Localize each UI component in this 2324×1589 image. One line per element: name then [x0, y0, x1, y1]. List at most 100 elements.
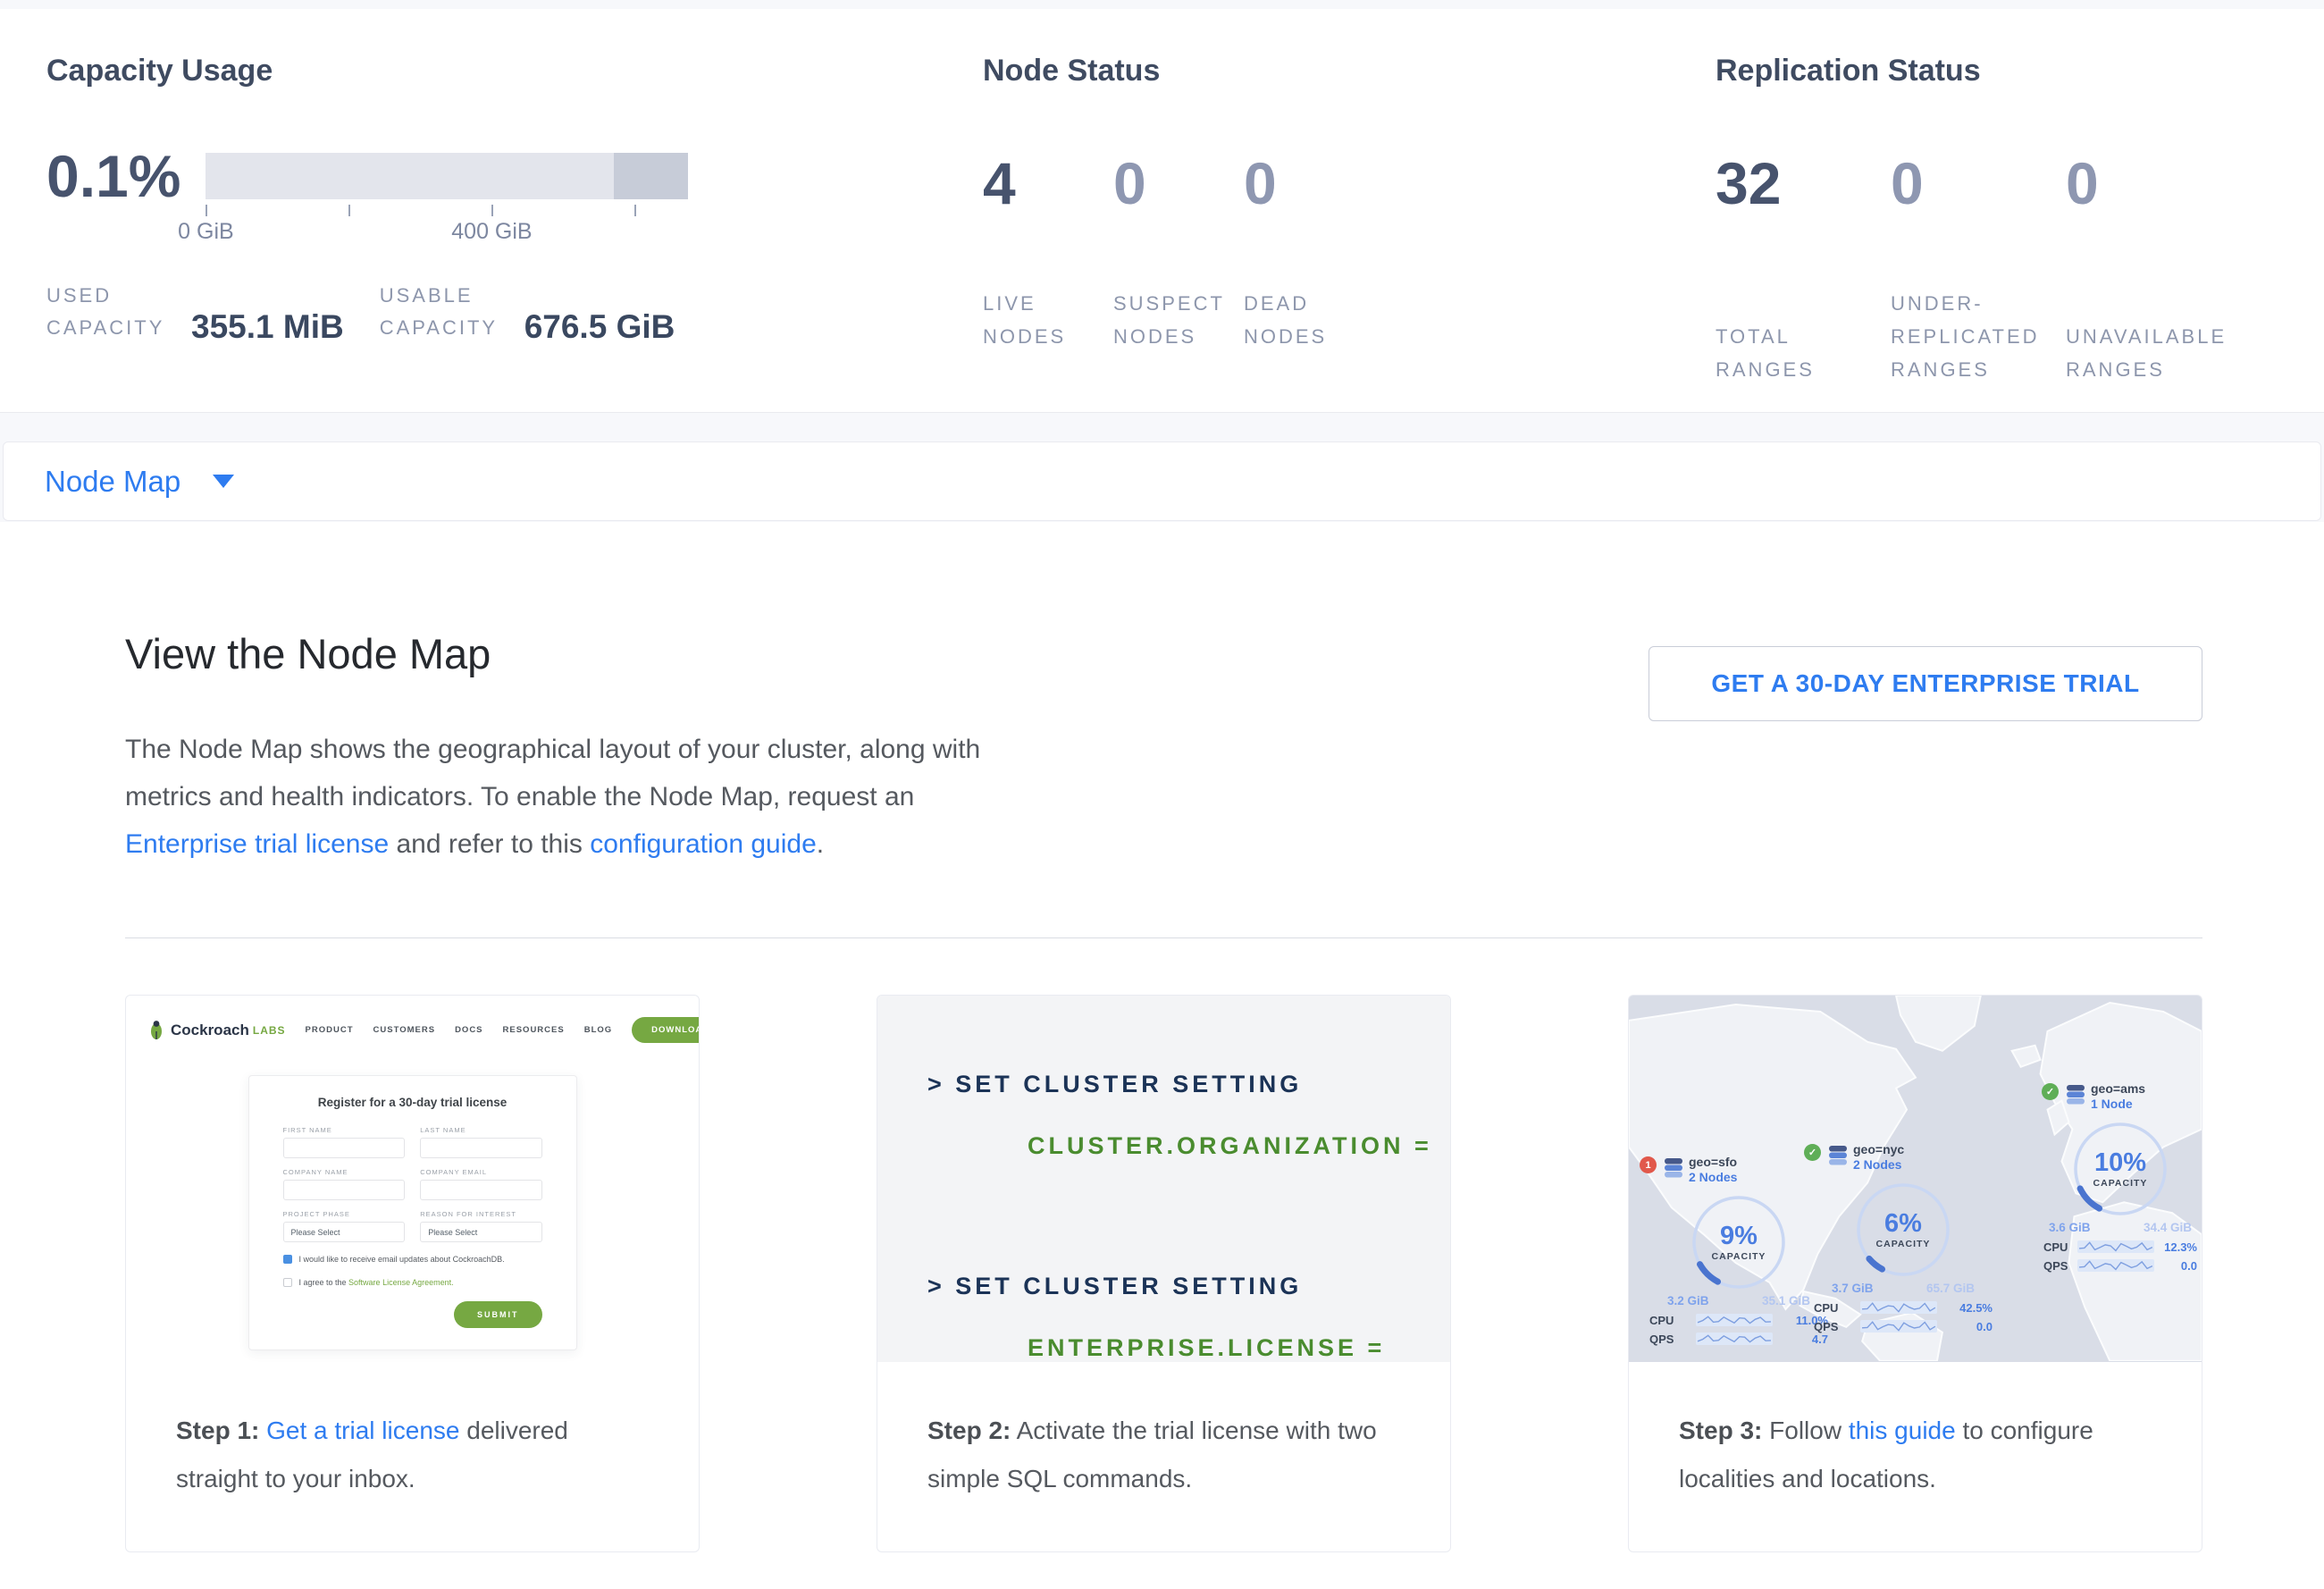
node-status-section: Node Status 400 LIVE NODESSUSPECT NODESD…: [983, 9, 1716, 412]
mini-nav-item: DOCS: [455, 1025, 482, 1035]
axis-tick: [491, 205, 493, 216]
axis-tick-label: 400 GiB: [451, 219, 532, 245]
text-link[interactable]: Enterprise trial license: [125, 829, 389, 859]
sql-command: > SET CLUSTER SETTINGCLUSTER.ORGANIZATIO…: [927, 1071, 1450, 1160]
mini-logo-text: Cockroach: [171, 1022, 249, 1039]
mini-checkbox-license-label: I agree to the Software License Agreemen…: [299, 1277, 454, 1289]
mini-nav-item: CUSTOMERS: [373, 1025, 436, 1035]
step-2-caption: Step 2: Activate the trial license with …: [877, 1362, 1450, 1503]
axis-tick: [206, 205, 207, 216]
mini-nav-item: RESOURCES: [503, 1025, 565, 1035]
capacity-gauge: 6%CAPACITY: [1851, 1178, 1955, 1282]
text-link[interactable]: this guide: [1849, 1417, 1956, 1444]
node-map-content: View the Node Map The Node Map shows the…: [0, 522, 2324, 1589]
page-title: View the Node Map: [125, 629, 491, 678]
mini-field-label: REASON FOR INTEREST: [420, 1210, 541, 1218]
mini-field-input: Please Select: [420, 1222, 541, 1242]
map-location-name: geo=sfo: [1689, 1155, 1737, 1170]
status-label: UNAVAILABLE RANGES: [2066, 320, 2241, 386]
cpu-metric-row: CPU11.0%: [1649, 1313, 1828, 1327]
total-capacity-value: 65.7 GiB: [1926, 1282, 1975, 1295]
capacity-stat-value: 676.5 GiB: [524, 310, 675, 344]
mini-submit-button: SUBMIT: [454, 1301, 542, 1328]
replication-status-labels: TOTAL RANGESUNDER-​REPLICATED RANGESUNAV…: [1716, 287, 2305, 386]
status-label: TOTAL RANGES: [1716, 320, 1891, 386]
sparkline-chart: [1848, 1319, 1950, 1333]
capacity-stat-label: USED CAPACITY: [46, 280, 191, 344]
mini-site-nav: Cockroach LABS PRODUCTCUSTOMERSDOCSRESOU…: [126, 996, 699, 1043]
checkbox-unchecked-icon: [283, 1278, 292, 1287]
total-capacity-value: 34.4 GiB: [2144, 1221, 2192, 1234]
mini-form-field: FIRST NAME: [283, 1116, 405, 1158]
sparkline-chart: [1683, 1332, 1785, 1346]
replication-status-section: Replication Status 3200 TOTAL RANGESUNDE…: [1716, 9, 2305, 412]
node-status-title: Node Status: [983, 54, 1716, 88]
mini-field-input: [283, 1180, 405, 1200]
step-2-card: > SET CLUSTER SETTINGCLUSTER.ORGANIZATIO…: [877, 995, 1451, 1552]
healthy-check-icon: ✓: [2042, 1083, 2059, 1100]
status-label: UNDER-​REPLICATED RANGES: [1891, 287, 2066, 386]
capacity-stats: USED CAPACITY355.1 MiBUSABLE CAPACITY676…: [46, 280, 983, 344]
mini-field-input: Please Select: [283, 1222, 405, 1242]
step-3-caption: Step 3: Follow this guide to configure l…: [1629, 1362, 2202, 1503]
sql-command-line: > SET CLUSTER SETTING: [927, 1071, 1450, 1098]
database-stack-icon: [1826, 1144, 1850, 1172]
mini-form-field: LAST NAME: [420, 1116, 541, 1158]
mini-field-label: FIRST NAME: [283, 1126, 405, 1134]
text-link[interactable]: configuration guide: [590, 829, 817, 859]
mini-checkbox-updates: I would like to receive email updates ab…: [283, 1254, 542, 1265]
trial-license-form: Register for a 30-day trial license FIRS…: [248, 1075, 577, 1350]
mini-form-field: COMPANY EMAIL: [420, 1158, 541, 1200]
chevron-down-icon: [213, 475, 234, 488]
mini-field-input: [283, 1138, 405, 1158]
error-badge-icon: 1: [1640, 1156, 1657, 1173]
qps-label: QPS: [1649, 1333, 1683, 1346]
mini-form-field: PROJECT PHASE Please Select: [283, 1200, 405, 1242]
mini-field-input: [420, 1138, 541, 1158]
healthy-check-icon: ✓: [1804, 1144, 1821, 1161]
mini-logo-labs-text: LABS: [253, 1024, 286, 1037]
checkbox-checked-icon: [283, 1255, 292, 1264]
sparkline-chart: [1848, 1300, 1950, 1315]
map-location-ams: ✓geo=ams1 Node10%CAPACITY3.6 GiB34.4 GiB…: [2042, 1081, 2199, 1277]
capacity-usage-section: Capacity Usage 0.1% 0 GiB400 GiB USED CA…: [0, 9, 983, 412]
total-capacity-value: 35.1 GiB: [1762, 1294, 1810, 1307]
mini-nav-item: BLOG: [584, 1025, 612, 1035]
map-location-nyc: ✓geo=nyc2 Nodes6%CAPACITY3.7 GiB65.7 GiB…: [1804, 1142, 2002, 1338]
capacity-bar: [206, 153, 688, 199]
capacity-gauge: 10%CAPACITY: [2068, 1117, 2172, 1221]
map-location-names: geo=ams1 Node: [2091, 1081, 2145, 1112]
status-label: LIVE NODES: [983, 287, 1113, 353]
capacity-values: 3.7 GiB 65.7 GiB: [1832, 1282, 1975, 1295]
mini-field-label: COMPANY EMAIL: [420, 1168, 541, 1176]
capacity-caption: CAPACITY: [2093, 1178, 2148, 1189]
map-location-name: geo=nyc: [1853, 1142, 1904, 1157]
mini-checkbox-license: I agree to the Software License Agreemen…: [283, 1277, 542, 1289]
enterprise-trial-button[interactable]: GET A 30-DAY ENTERPRISE TRIAL: [1649, 646, 2202, 721]
sparkline-chart: [2077, 1240, 2154, 1254]
node-status-labels: LIVE NODESSUSPECT NODESDEAD NODES: [983, 287, 1716, 353]
qps-metric-row: QPS0.0: [2043, 1258, 2197, 1273]
cpu-metric-row: CPU42.5%: [1814, 1300, 1993, 1315]
cpu-label: CPU: [1814, 1301, 1848, 1315]
node-status-values: 400: [983, 147, 1716, 219]
status-label: DEAD NODES: [1244, 287, 1374, 353]
step-3-card: 1geo=sfo2 Nodes9%CAPACITY3.2 GiB35.1 GiB…: [1628, 995, 2202, 1552]
mini-field-label: LAST NAME: [420, 1126, 541, 1134]
text-link[interactable]: Get a trial license: [266, 1417, 459, 1444]
map-location-names: geo=sfo2 Nodes: [1689, 1155, 1737, 1185]
capacity-values: 3.2 GiB35.1 GiB: [1667, 1294, 1810, 1307]
capacity-stat: USABLE CAPACITY676.5 GiB: [380, 280, 675, 344]
capacity-stat-label: USABLE CAPACITY: [380, 280, 524, 344]
qps-label: QPS: [2043, 1259, 2077, 1273]
map-location-header: ✓geo=nyc2 Nodes: [1804, 1142, 2002, 1173]
map-location-name: geo=ams: [2091, 1081, 2145, 1097]
mini-form-field: REASON FOR INTEREST Please Select: [420, 1200, 541, 1242]
trial-signup-screenshot: Cockroach LABS PRODUCTCUSTOMERSDOCSRESOU…: [126, 996, 699, 1362]
used-capacity-value: 3.7 GiB: [1832, 1282, 1874, 1295]
step-label: Step 3:: [1679, 1417, 1762, 1444]
database-stack-icon: [2064, 1083, 2087, 1111]
mini-field-label: PROJECT PHASE: [283, 1210, 405, 1218]
mini-field-label: COMPANY NAME: [283, 1168, 405, 1176]
node-map-dropdown[interactable]: Node Map: [3, 441, 2321, 521]
